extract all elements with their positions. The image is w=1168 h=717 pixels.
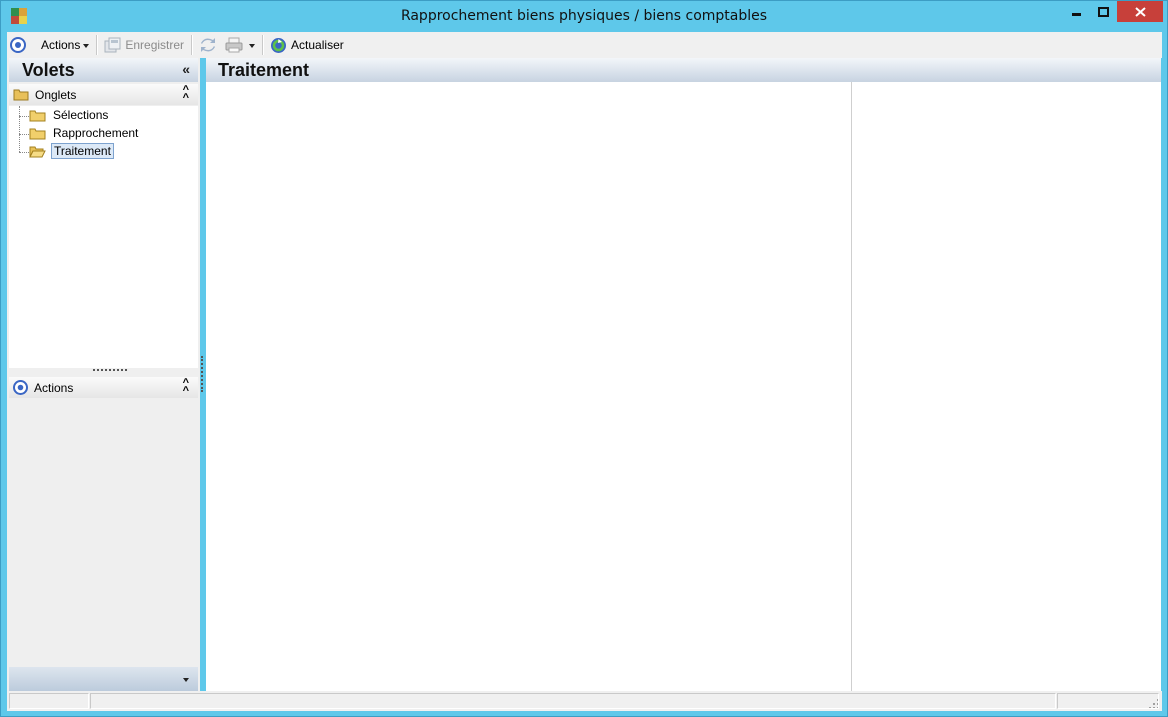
window-title: Rapprochement biens physiques / biens co… <box>400 8 768 24</box>
actions-section-header[interactable]: Actions ^ ^ <box>9 377 198 398</box>
maximize-icon <box>1098 6 1109 17</box>
print-dropdown-button[interactable] <box>245 34 259 56</box>
onglets-tree: Sélections Rapprochement Traitement <box>9 106 198 368</box>
onglets-section-header[interactable]: Onglets ^ ^ <box>9 84 198 105</box>
content-divider[interactable] <box>851 82 852 691</box>
tree-item-rapprochement[interactable]: Rapprochement <box>29 124 140 142</box>
actions-menu-button[interactable]: Actions <box>37 34 93 56</box>
toolbar-separator <box>96 35 98 55</box>
main-panel: Traitement <box>206 58 1161 691</box>
sync-button[interactable] <box>195 34 221 56</box>
toolbar-separator <box>191 35 193 55</box>
tree-connector <box>19 106 20 152</box>
tree-connector <box>19 134 29 135</box>
actions-menu-icon-button[interactable] <box>7 34 29 56</box>
folder-icon <box>13 89 29 101</box>
refresh-icon <box>271 37 287 53</box>
close-icon <box>1134 6 1146 17</box>
save-button[interactable]: Enregistrer <box>100 34 188 56</box>
left-panel-footer[interactable] <box>9 667 198 691</box>
actions-menu-label: Actions <box>41 38 81 52</box>
folder-open-icon <box>29 146 46 157</box>
tree-connector <box>19 116 29 117</box>
minimize-button[interactable] <box>1063 1 1090 22</box>
chevron-up-double-icon[interactable]: ^ ^ <box>183 85 189 104</box>
tree-item-label: Rapprochement <box>53 126 139 140</box>
close-button[interactable] <box>1117 1 1163 22</box>
volets-title: Volets <box>22 60 75 80</box>
printer-icon <box>225 37 243 53</box>
chevron-down-icon[interactable] <box>183 678 189 682</box>
main-header: Traitement <box>206 58 1161 82</box>
tree-item-label: Sélections <box>53 108 109 122</box>
save-icon <box>104 37 121 53</box>
refresh-label: Actualiser <box>291 38 344 52</box>
horizontal-splitter[interactable] <box>93 369 127 371</box>
volets-header: Volets « <box>9 58 198 82</box>
chevron-down-icon <box>249 43 256 48</box>
vertical-splitter[interactable] <box>201 356 203 392</box>
maximize-button[interactable] <box>1090 1 1117 22</box>
minimize-icon <box>1071 12 1081 16</box>
refresh-button[interactable]: Actualiser <box>266 34 348 56</box>
chevron-down-icon <box>83 43 90 48</box>
actions-section-label: Actions <box>34 380 74 395</box>
title-bar[interactable]: Rapprochement biens physiques / biens co… <box>1 1 1167 32</box>
sync-icon <box>201 38 216 52</box>
folder-icon <box>29 128 46 139</box>
status-cell <box>9 693 89 709</box>
left-panel: Volets « Onglets ^ ^ Sélections Rapproch… <box>7 58 200 691</box>
folder-icon <box>29 110 46 121</box>
chevron-up-double-icon[interactable]: ^ ^ <box>183 378 189 397</box>
tree-item-selections[interactable]: Sélections <box>29 106 110 124</box>
print-button[interactable] <box>221 34 245 56</box>
target-icon <box>13 380 28 395</box>
save-label: Enregistrer <box>125 38 185 52</box>
status-cell <box>90 693 1056 709</box>
onglets-section-label: Onglets <box>35 87 77 102</box>
main-title: Traitement <box>218 60 310 80</box>
status-cell <box>1057 693 1159 709</box>
status-bar <box>7 691 1162 711</box>
collapse-panel-button[interactable]: « <box>182 61 190 77</box>
application-window: Rapprochement biens physiques / biens co… <box>0 0 1168 717</box>
toolbar: Actions Enregistrer Actualiser <box>7 32 1162 58</box>
target-icon <box>10 37 26 53</box>
toolbar-separator <box>262 35 264 55</box>
tree-connector <box>19 152 29 153</box>
tree-item-traitement[interactable]: Traitement <box>29 142 114 160</box>
tree-item-label: Traitement <box>51 143 114 159</box>
